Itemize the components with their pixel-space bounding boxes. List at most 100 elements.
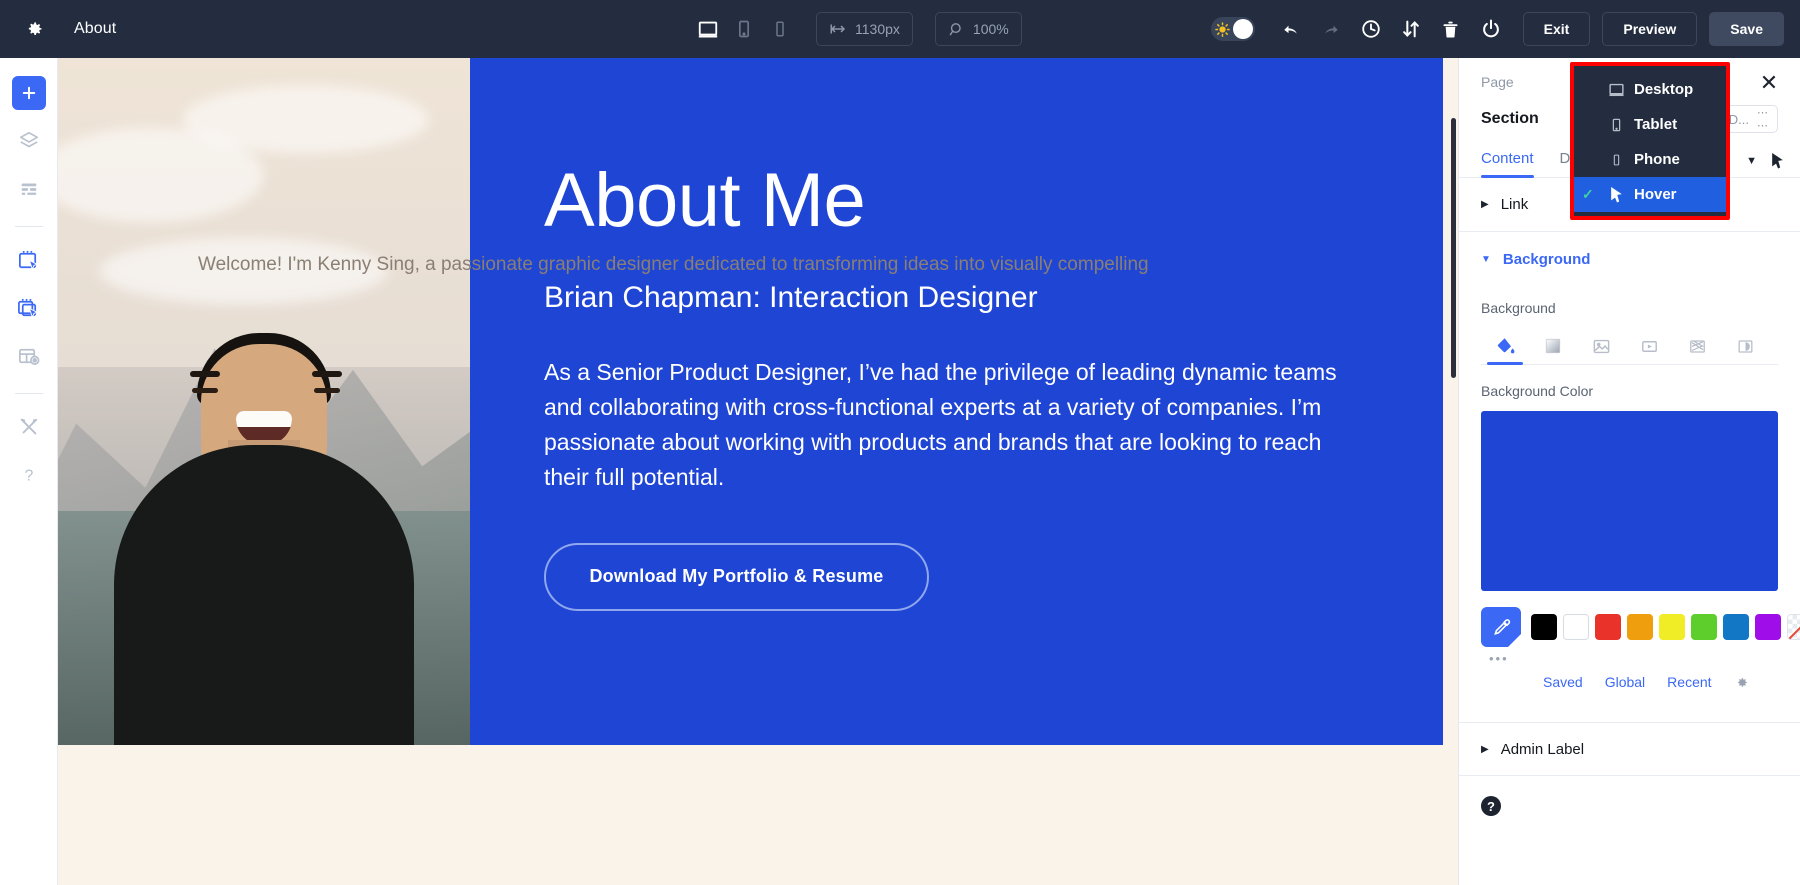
power-icon[interactable] [1471,9,1511,49]
preview-button[interactable]: Preview [1602,12,1697,46]
device-and-zoom-controls: 1130px 100% [690,0,1022,58]
admin-label-accordion[interactable]: ▶ Admin Label [1459,722,1800,776]
toggle-knob [1233,19,1253,39]
more-colors-dots[interactable]: ••• [1489,651,1778,666]
color-swatch-row [1481,607,1778,647]
cursor-arrow-icon[interactable] [1771,153,1784,169]
dropdown-label-tablet: Tablet [1634,116,1677,133]
rail-divider-2 [15,393,43,394]
paint-bucket-icon[interactable] [1481,328,1529,364]
background-color-preview[interactable] [1481,411,1778,591]
light-dark-toggle[interactable] [1211,17,1255,41]
select-frame-icon[interactable] [12,243,46,277]
layers-icon[interactable] [12,124,46,158]
sun-icon [1214,20,1232,38]
zoom-level-value: 100% [973,21,1009,37]
swatch-red[interactable] [1595,614,1621,640]
tools-icon[interactable] [12,410,46,444]
page-title: About [74,20,116,38]
history-clock-icon[interactable] [1351,9,1391,49]
swatch-white[interactable] [1563,614,1589,640]
recent-colors-link[interactable]: Recent [1667,674,1711,690]
swatch-orange[interactable] [1627,614,1653,640]
swatch-green[interactable] [1691,614,1717,640]
device-state-dropdown[interactable]: Desktop Tablet Ph [1570,62,1730,220]
download-portfolio-button[interactable]: Download My Portfolio & Resume [544,543,929,611]
left-sidebar: ? [0,58,58,885]
tab-content[interactable]: Content [1481,150,1534,177]
tab-design[interactable]: D [1560,150,1571,177]
sort-arrows-icon[interactable] [1391,9,1431,49]
zoom-icon [948,21,965,38]
canvas-scrollbar[interactable] [1451,118,1456,378]
zoom-level-field[interactable]: 100% [935,12,1022,46]
hero-photo [58,58,470,745]
mask-icon[interactable] [1721,328,1769,364]
preset-icon: ⋯⋯ [1757,106,1769,132]
top-right-actions: Exit Preview Save [1211,0,1784,58]
hero-paragraph: As a Senior Product Designer, I’ve had t… [544,355,1344,495]
gear-icon[interactable] [1734,675,1749,690]
cursor-arrow-icon [1606,187,1626,203]
frame-eye-icon[interactable] [12,339,46,373]
dropdown-item-tablet[interactable]: Tablet [1574,107,1726,142]
video-icon[interactable] [1625,328,1673,364]
hero-section[interactable]: About Me Brian Chapman: Interaction Desi… [58,58,1443,745]
global-colors-link[interactable]: Global [1605,674,1645,690]
dropdown-item-phone[interactable]: Phone [1574,142,1726,177]
triangle-down-icon: ▼ [1481,254,1491,265]
hero-heading: About Me [544,163,1364,239]
photo-jacket [114,445,414,745]
phone-icon [1606,152,1626,168]
width-arrows-icon [829,22,847,36]
tabs-right-controls: ▼ [1746,153,1784,169]
canvas-width-field[interactable]: 1130px [816,12,913,46]
gradient-icon[interactable] [1529,328,1577,364]
pattern-icon[interactable] [1673,328,1721,364]
device-phone-button[interactable] [762,12,798,46]
question-circle-icon[interactable]: ? [1481,796,1501,816]
device-desktop-button[interactable] [690,12,726,46]
save-button[interactable]: Save [1709,12,1784,46]
dropdown-label-phone: Phone [1634,151,1680,168]
editor-canvas[interactable]: About Me Brian Chapman: Interaction Desi… [58,58,1458,885]
hero-text-block[interactable]: About Me Brian Chapman: Interaction Desi… [470,58,1443,745]
gear-icon[interactable] [22,17,46,41]
dropdown-item-hover[interactable]: ✓ Hover [1574,177,1726,212]
redo-icon[interactable] [1311,9,1351,49]
saved-colors-link[interactable]: Saved [1543,674,1583,690]
add-new-button[interactable] [12,76,46,110]
exit-button[interactable]: Exit [1523,12,1591,46]
undo-icon[interactable] [1271,9,1311,49]
dropdown-item-desktop[interactable]: Desktop [1574,72,1726,107]
dropdown-label-desktop: Desktop [1634,81,1693,98]
canvas-width-value: 1130px [855,21,900,37]
color-source-links: Saved Global Recent [1481,674,1778,690]
multi-frame-icon[interactable] [12,291,46,325]
desktop-icon [1606,81,1626,98]
swatch-purple[interactable] [1755,614,1781,640]
background-type-tabs [1481,328,1778,365]
photo-brow [190,371,220,377]
triangle-right-icon: ▶ [1481,199,1489,210]
swatch-yellow[interactable] [1659,614,1685,640]
tablet-icon [1606,117,1626,133]
background-accordion[interactable]: ▼ Background [1459,232,1800,286]
swatch-blue[interactable] [1723,614,1749,640]
list-blocks-icon[interactable] [12,172,46,206]
rail-divider [15,226,43,227]
swatch-transparent[interactable] [1787,614,1800,640]
device-tablet-button[interactable] [726,12,762,46]
swatch-black[interactable] [1531,614,1557,640]
below-fold-paragraph: Welcome! I'm Kenny Sing, a passionate gr… [198,251,1298,280]
chevron-down-icon[interactable]: ▼ [1746,155,1757,167]
close-icon[interactable]: ✕ [1756,70,1782,96]
link-accordion-label: Link [1501,196,1529,213]
below-fold-section [58,745,1443,885]
image-icon[interactable] [1577,328,1625,364]
trash-icon[interactable] [1431,9,1471,49]
background-settings: Background [1459,286,1800,690]
eyedropper-icon[interactable] [1481,607,1521,647]
question-icon[interactable]: ? [12,458,46,492]
triangle-right-icon: ▶ [1481,744,1489,755]
